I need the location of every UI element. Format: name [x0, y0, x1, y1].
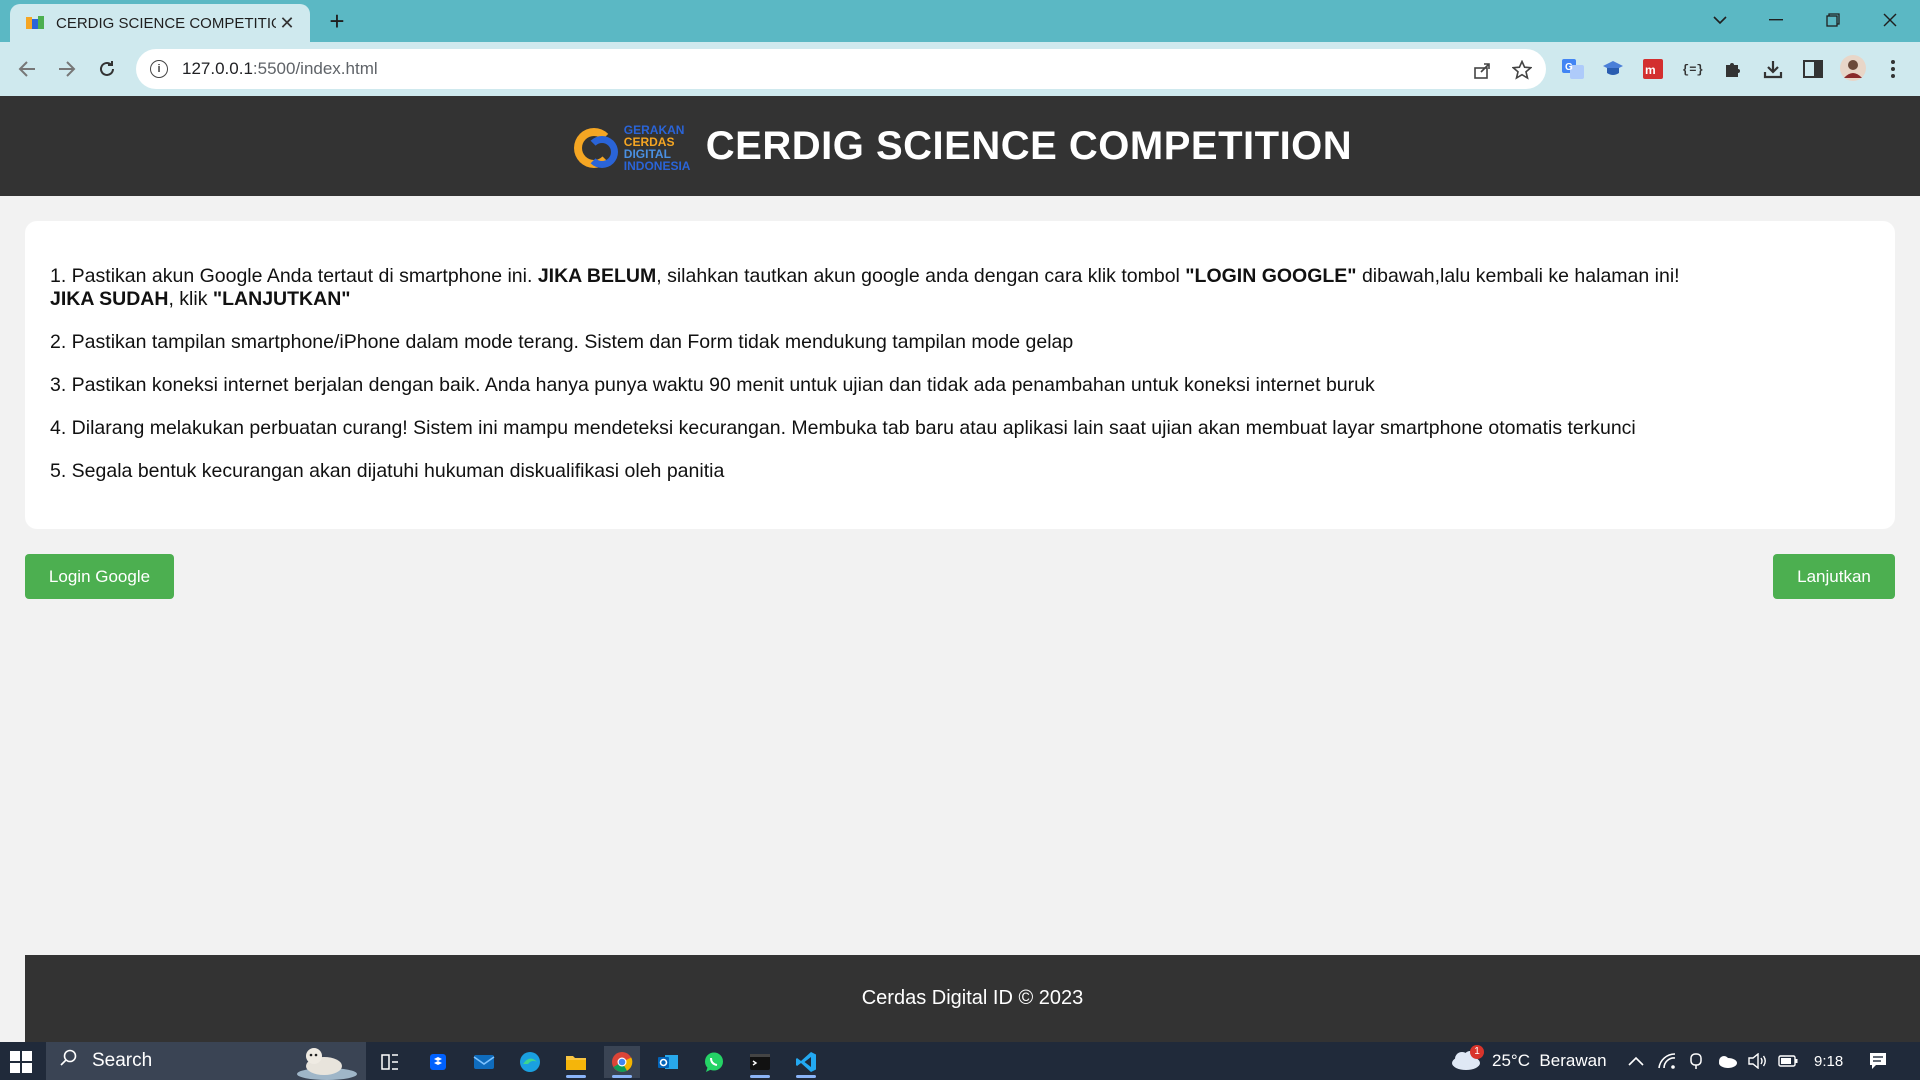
rules-list: 1. Pastikan akun Google Anda tertaut di …: [50, 265, 1870, 483]
weather-widget[interactable]: 1 25°C Berawan: [1450, 1042, 1607, 1080]
weather-cloud-icon: 1: [1450, 1044, 1484, 1076]
file-explorer-icon[interactable]: [558, 1046, 594, 1078]
terminal-icon[interactable]: [742, 1046, 778, 1078]
tab-title: CERDIG SCIENCE COMPETITION: [56, 14, 276, 32]
edge-icon[interactable]: [512, 1046, 548, 1078]
page-title: CERDIG SCIENCE COMPETITION: [705, 123, 1353, 168]
browser-menu-icon[interactable]: [1880, 56, 1906, 82]
extensions-puzzle-icon[interactable]: [1720, 56, 1746, 82]
browser-tab-strip: CERDIG SCIENCE COMPETITION ✕ +: [0, 0, 1920, 42]
rule-text: 4. Dilarang melakukan perbuatan curang! …: [50, 417, 1636, 439]
outlook-icon[interactable]: [650, 1046, 686, 1078]
close-window-icon[interactable]: [1870, 0, 1910, 40]
profile-avatar[interactable]: [1840, 55, 1866, 81]
download-icon[interactable]: [1760, 56, 1786, 82]
browser-tab-active[interactable]: CERDIG SCIENCE COMPETITION ✕: [10, 4, 310, 42]
minimize-icon[interactable]: [1756, 0, 1796, 40]
address-bar[interactable]: i 127.0.0.1:5500/index.html: [136, 49, 1546, 89]
notification-center-icon[interactable]: [1868, 1042, 1888, 1080]
restore-icon[interactable]: [1813, 0, 1853, 40]
svg-text:m: m: [1645, 63, 1656, 77]
rule-text: , klik: [168, 288, 213, 310]
rule-text: 5. Segala bentuk kecurangan akan dijatuh…: [50, 460, 725, 482]
share-icon[interactable]: [1471, 59, 1493, 81]
new-tab-button[interactable]: +: [322, 6, 352, 36]
footer-copyright: Cerdas Digital ID © 2023: [861, 987, 1084, 1009]
clock[interactable]: 9:18: [1814, 1042, 1843, 1080]
meet-now-icon[interactable]: [1688, 1042, 1704, 1080]
rule-item-3: 3. Pastikan koneksi internet berjalan de…: [50, 374, 1870, 397]
rule-text: 2. Pastikan tampilan smartphone/iPhone d…: [50, 331, 1074, 353]
terminal-open-indicator: [750, 1075, 770, 1078]
tab-close-icon[interactable]: ✕: [276, 13, 298, 34]
battery-icon[interactable]: [1778, 1042, 1798, 1080]
site-header: GERAKAN CERDAS DIGITAL INDONESIA CERDIG …: [0, 96, 1920, 196]
lanjutkan-button[interactable]: Lanjutkan: [1773, 554, 1895, 599]
rules-card: 1. Pastikan akun Google Anda tertaut di …: [25, 221, 1895, 529]
onedrive-icon[interactable]: [1716, 1042, 1738, 1080]
mail-icon[interactable]: [466, 1046, 502, 1078]
rule-emphasis: "LOGIN GOOGLE": [1185, 265, 1357, 287]
weather-text: 25°C Berawan: [1492, 1051, 1607, 1070]
forward-arrow-icon[interactable]: [52, 54, 82, 84]
explorer-open-indicator: [566, 1075, 586, 1078]
search-icon: [60, 1049, 78, 1073]
rule-item-5: 5. Segala bentuk kecurangan akan dijatuh…: [50, 460, 1870, 483]
vscode-icon[interactable]: [788, 1046, 824, 1078]
whatsapp-icon[interactable]: [696, 1046, 732, 1078]
search-placeholder: Search: [92, 1050, 153, 1071]
chrome-icon[interactable]: [604, 1046, 640, 1078]
volume-icon[interactable]: [1748, 1042, 1768, 1080]
task-view-icon[interactable]: [372, 1046, 408, 1078]
dropbox-icon[interactable]: [420, 1046, 456, 1078]
cerdig-logo: GERAKAN CERDAS DIGITAL INDONESIA: [568, 116, 698, 176]
bookmark-star-icon[interactable]: [1511, 59, 1533, 81]
rule-text: 3. Pastikan koneksi internet berjalan de…: [50, 374, 1375, 396]
mendeley-extension-icon[interactable]: m: [1640, 56, 1666, 82]
rule-emphasis: JIKA SUDAH: [50, 288, 169, 310]
show-hidden-icons-icon[interactable]: [1628, 1042, 1644, 1080]
rule-text: 1. Pastikan akun Google Anda tertaut di …: [50, 265, 538, 287]
rule-text: dibawah,lalu kembali ke halaman ini!: [1356, 265, 1680, 287]
site-info-icon[interactable]: i: [150, 60, 168, 78]
rule-item-2: 2. Pastikan tampilan smartphone/iPhone d…: [50, 331, 1870, 354]
wifi-icon[interactable]: [1658, 1042, 1676, 1080]
back-arrow-icon[interactable]: [12, 54, 42, 84]
tab-search-chevron-icon[interactable]: [1700, 0, 1740, 40]
site-footer: Cerdas Digital ID © 2023: [25, 955, 1920, 1042]
translate-extension-icon[interactable]: G: [1560, 56, 1586, 82]
chrome-active-indicator: [612, 1075, 632, 1078]
weather-notification-badge: 1: [1470, 1044, 1484, 1059]
side-panel-icon[interactable]: [1800, 56, 1826, 82]
rule-emphasis: "LANJUTKAN": [212, 288, 351, 310]
windows-start-icon[interactable]: [10, 1051, 32, 1073]
windows-taskbar: Search 1 25°C Berawan 9:18: [0, 1042, 1920, 1080]
rule-text: , silahkan tautkan akun google anda deng…: [656, 265, 1186, 287]
svg-text:{=}: {=}: [1682, 63, 1704, 77]
rule-item-4: 4. Dilarang melakukan perbuatan curang! …: [50, 417, 1870, 440]
browser-toolbar: i 127.0.0.1:5500/index.html G m {=}: [0, 42, 1920, 96]
site-favicon-icon: [26, 14, 44, 32]
json-extension-icon[interactable]: {=}: [1680, 56, 1706, 82]
graduation-cap-extension-icon[interactable]: [1600, 56, 1626, 82]
url-text[interactable]: 127.0.0.1:5500/index.html: [182, 59, 378, 79]
svg-text:G: G: [1565, 62, 1573, 73]
rule-item-1: 1. Pastikan akun Google Anda tertaut di …: [50, 265, 1870, 311]
reload-icon[interactable]: [92, 54, 122, 84]
seal-illustration-icon: [292, 1044, 362, 1080]
vscode-open-indicator: [796, 1075, 816, 1078]
login-google-button[interactable]: Login Google: [25, 554, 174, 599]
rule-emphasis: JIKA BELUM: [537, 265, 657, 287]
